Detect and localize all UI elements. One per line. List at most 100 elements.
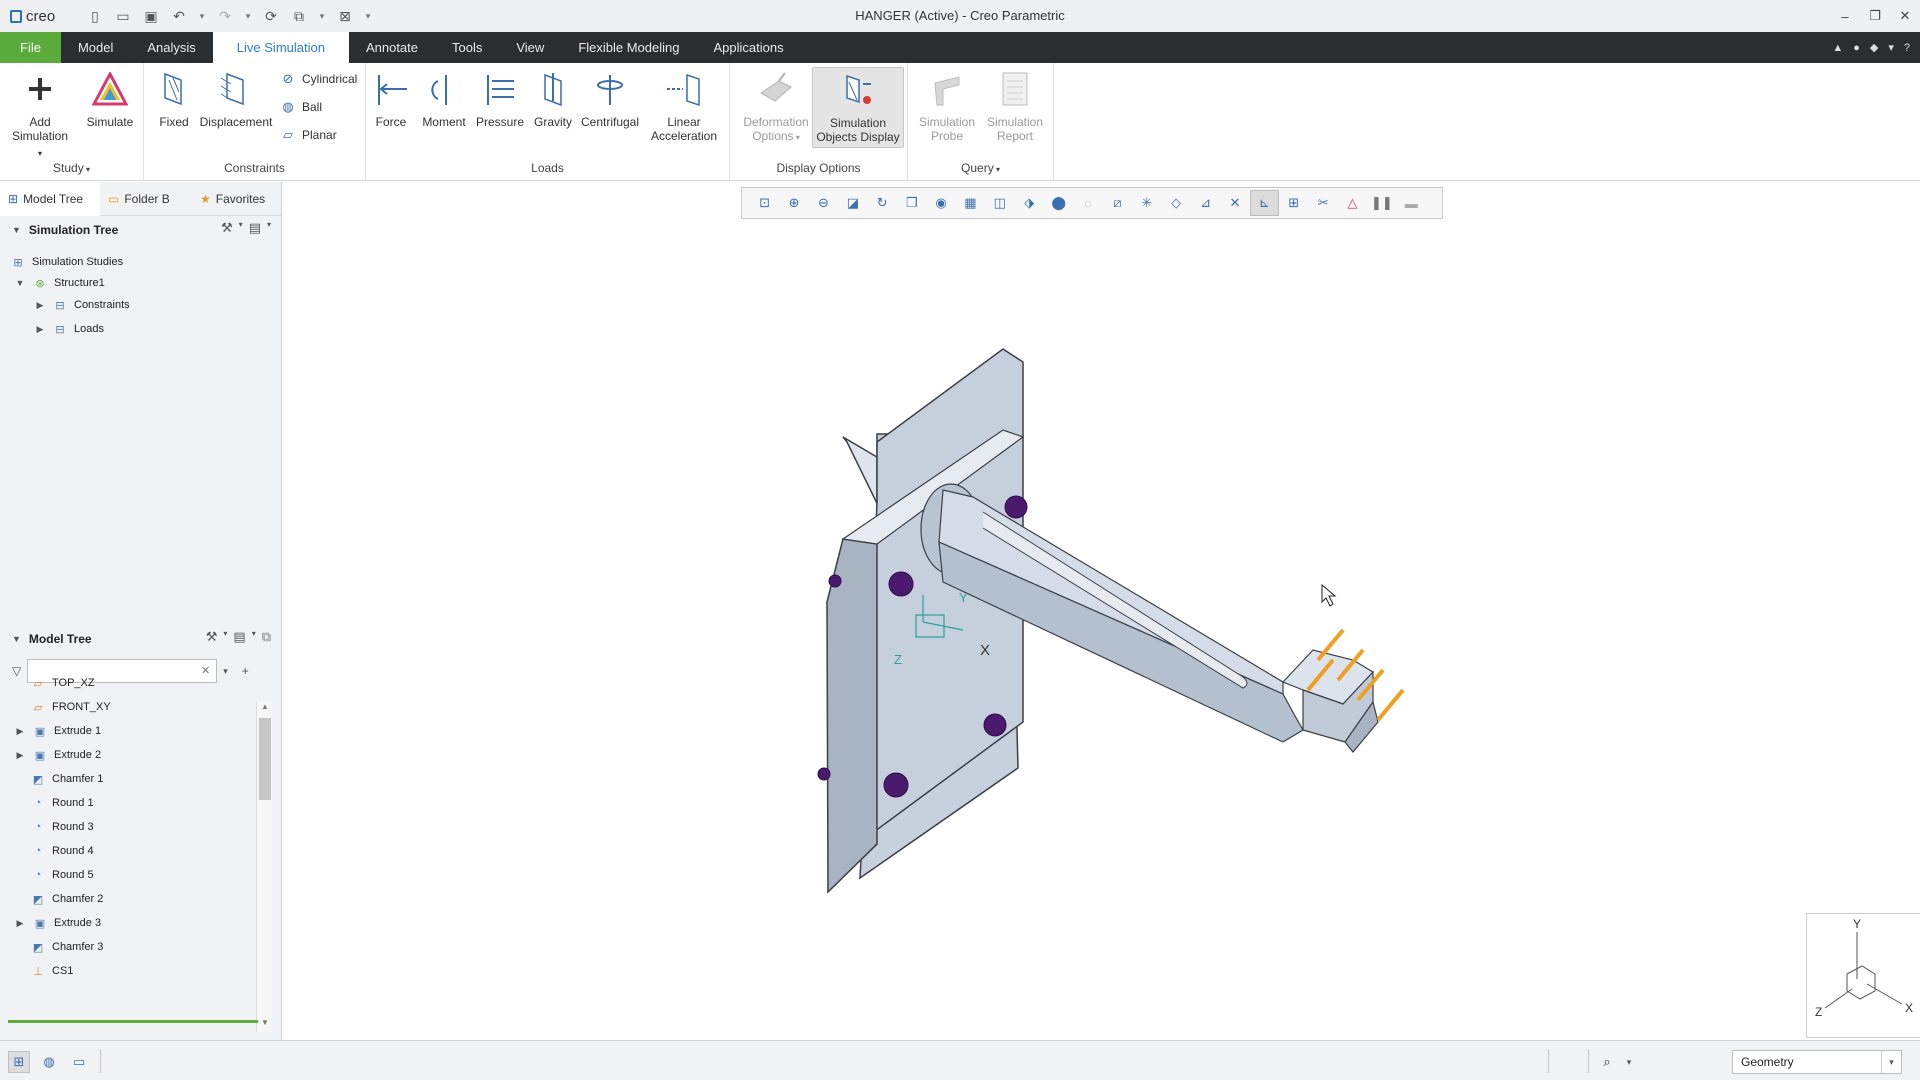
tree-item-extrude-2[interactable]: ▶ ▣ Extrude 2 (14, 744, 102, 766)
query-group-label[interactable]: Query ▾ (908, 161, 1053, 175)
show-dropdown-icon[interactable]: ▾ (252, 629, 256, 645)
full-screen-icon[interactable]: ▭ (68, 1051, 90, 1073)
tab-model-tree[interactable]: ⊞ Model Tree (0, 181, 100, 216)
redo-dropdown-icon[interactable]: ▾ (242, 11, 254, 22)
pressure-button[interactable]: Pressure (472, 67, 528, 129)
gravity-button[interactable]: Gravity (528, 67, 578, 129)
redo-icon[interactable]: ↷ (214, 5, 236, 27)
tree-item-constraints[interactable]: ▶ ⊟ Constraints (34, 294, 130, 316)
displacement-button[interactable]: Displacement (196, 67, 276, 129)
show-navigator-icon[interactable]: ⊞ (8, 1051, 30, 1073)
tree-item-round-4[interactable]: ◔ Round 4 (30, 840, 94, 862)
tab-model[interactable]: Model (61, 32, 130, 63)
filter-dropdown-icon[interactable]: ▾ (223, 666, 228, 677)
scroll-up-icon[interactable]: ▲ (257, 702, 273, 716)
tree-item-round-5[interactable]: ◔ Round 5 (30, 864, 94, 886)
expand-icon[interactable]: ▶ (14, 750, 26, 761)
planar-button[interactable]: ▱ Planar (280, 125, 337, 145)
collapse-model-tree-icon[interactable]: ▼ (12, 634, 21, 644)
tab-favorites[interactable]: ★ Favorites (192, 182, 280, 216)
show-dropdown-icon[interactable]: ▾ (267, 220, 271, 236)
tab-folder-browser[interactable]: ▭ Folder B (100, 182, 192, 216)
collapse-ribbon-icon[interactable]: ▲ (1832, 42, 1843, 54)
minimize-icon[interactable]: – (1830, 0, 1860, 32)
regenerate-icon[interactable]: ⟳ (260, 5, 282, 27)
show-icon[interactable]: ▤ (249, 220, 261, 236)
account-icon[interactable]: ● (1853, 42, 1860, 54)
simulation-objects-display-button[interactable]: Simulation Objects Display (812, 67, 904, 148)
close-icon[interactable]: ✕ (1890, 0, 1920, 32)
undo-dropdown-icon[interactable]: ▾ (196, 11, 208, 22)
scroll-down-icon[interactable]: ▼ (257, 1018, 273, 1032)
simulation-report-button[interactable]: Simulation Report (982, 67, 1048, 143)
hanger-model[interactable]: X Y Z (283, 182, 1920, 1040)
expand-icon[interactable]: ▶ (34, 324, 46, 335)
help-icon[interactable]: ? (1904, 42, 1910, 54)
tree-settings-icon[interactable]: ⚒ (206, 629, 218, 645)
tree-item-extrude-1[interactable]: ▶ ▣ Extrude 1 (14, 720, 102, 742)
simulate-button[interactable]: Simulate (80, 67, 140, 129)
tree-item-cs1[interactable]: ⊥ CS1 (30, 960, 73, 982)
tab-view[interactable]: View (499, 32, 561, 63)
simulation-probe-button[interactable]: Simulation Probe (914, 67, 980, 143)
tree-item-round-1[interactable]: ◔ Round 1 (30, 792, 94, 814)
windows-icon[interactable]: ⧉ (288, 5, 310, 27)
tree-item-chamfer-1[interactable]: ◩ Chamfer 1 (30, 768, 104, 790)
find-icon[interactable]: ⌕ (1596, 1051, 1618, 1073)
expand-icon[interactable]: ▶ (14, 918, 26, 929)
deformation-options-button[interactable]: Deformation Options ▾ (738, 67, 814, 145)
scrollbar-thumb[interactable] (259, 718, 271, 800)
undo-icon[interactable]: ↶ (168, 5, 190, 27)
tree-item-chamfer-3[interactable]: ◩ Chamfer 3 (30, 936, 104, 958)
tree-settings-dropdown-icon[interactable]: ▾ (239, 220, 243, 236)
tree-item-loads[interactable]: ▶ ⊟ Loads (34, 318, 104, 340)
study-group-label[interactable]: Study ▾ (0, 161, 143, 175)
tree-item-extrude-3[interactable]: ▶ ▣ Extrude 3 (14, 912, 102, 934)
save-icon[interactable]: ▣ (140, 5, 162, 27)
centrifugal-button[interactable]: Centrifugal (578, 67, 642, 129)
ball-button[interactable]: ◍ Ball (280, 97, 322, 117)
tab-analysis[interactable]: Analysis (130, 32, 212, 63)
tree-filter-icon[interactable]: ⧉ (262, 629, 271, 645)
tab-live-simulation[interactable]: Live Simulation (212, 32, 349, 63)
selection-filter-select[interactable]: Geometry ▾ (1732, 1050, 1902, 1074)
tree-item-simulation-studies[interactable]: ⊞ Simulation Studies (10, 251, 123, 273)
tree-settings-icon[interactable]: ⚒ (221, 220, 233, 236)
find-dropdown-icon[interactable]: ▾ (1618, 1051, 1640, 1073)
tab-applications[interactable]: Applications (696, 32, 800, 63)
add-column-icon[interactable]: + (242, 664, 249, 678)
moment-button[interactable]: Moment (416, 67, 472, 129)
new-file-icon[interactable]: ▯ (84, 5, 106, 27)
windows-dropdown-icon[interactable]: ▾ (316, 11, 328, 22)
tab-flexible-modeling[interactable]: Flexible Modeling (561, 32, 696, 63)
tree-item-top-xz[interactable]: ▱ TOP_XZ (30, 672, 95, 694)
selection-filter-dropdown-icon[interactable]: ▾ (1881, 1051, 1901, 1073)
add-simulation-button[interactable]: Add Simulation ▾ (10, 67, 70, 161)
tab-tools[interactable]: Tools (435, 32, 499, 63)
cylindrical-button[interactable]: ⊘ Cylindrical (280, 69, 358, 89)
restore-icon[interactable]: ❐ (1860, 0, 1890, 32)
tree-item-round-3[interactable]: ◔ Round 3 (30, 816, 94, 838)
customize-qat-icon[interactable]: ▾ (362, 11, 374, 22)
options-dropdown-icon[interactable]: ▾ (1888, 41, 1894, 54)
simulation-tree-header[interactable]: ▼ Simulation Tree ⚒ ▾ ▤ ▾ (0, 216, 281, 244)
open-folder-icon[interactable]: ▭ (112, 5, 134, 27)
tree-item-chamfer-2[interactable]: ◩ Chamfer 2 (30, 888, 104, 910)
graphics-window[interactable]: ⊡ ⊕ ⊖ ◪ ↻ ❒ ◉ ▦ ◫ ⬗ ⬤ ◌ ⧄ ✳ ◇ ⊿ ✕ ⊾ ⊞ ✂ … (283, 182, 1920, 1040)
linear-acceleration-button[interactable]: Linear Acceleration (644, 67, 724, 143)
close-window-icon[interactable]: ⊠ (334, 5, 356, 27)
show-icon[interactable]: ▤ (233, 629, 245, 645)
tree-item-front-xy[interactable]: ▱ FRONT_XY (30, 696, 111, 718)
show-browser-icon[interactable]: ◍ (38, 1051, 60, 1073)
learning-icon[interactable]: ◆ (1870, 41, 1878, 54)
expand-icon[interactable]: ▶ (34, 300, 46, 311)
model-tree-scrollbar[interactable]: ▲ ▼ (256, 702, 272, 1032)
fixed-button[interactable]: Fixed (144, 67, 204, 129)
clear-search-icon[interactable]: ✕ (201, 664, 210, 677)
expand-icon[interactable]: ▶ (14, 726, 26, 737)
tab-annotate[interactable]: Annotate (349, 32, 435, 63)
force-button[interactable]: Force (366, 67, 416, 129)
tree-item-structure1[interactable]: ▼ ⊛ Structure1 (14, 272, 105, 294)
tree-settings-dropdown-icon[interactable]: ▾ (223, 629, 227, 645)
collapse-icon[interactable]: ▼ (14, 278, 26, 288)
